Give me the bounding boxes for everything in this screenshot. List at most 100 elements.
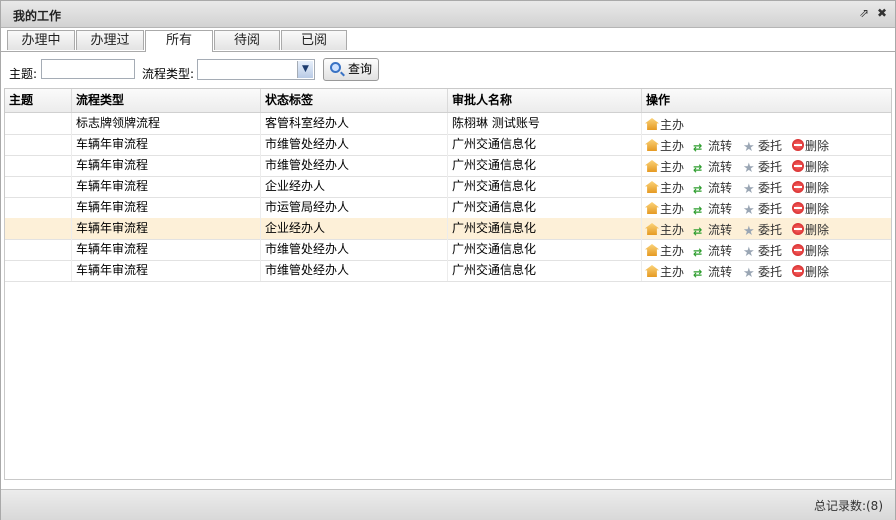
table-row[interactable]: 标志牌领牌流程 客管科室经办人 陈栩琳 测试账号 主办 [5,113,891,135]
action-host-link[interactable]: 主办 [645,221,684,239]
my-work-panel: 我的工作 ⇗ ✖ 办理中 办理过 所有 待阅 已阅 主题: 流程类型: ▼ 查询… [0,0,896,520]
cell-status: 客管科室经办人 [261,113,448,134]
action-label: 删除 [805,223,830,237]
col-subject[interactable]: 主题 [5,89,72,112]
cell-subject [5,155,72,176]
chevron-down-icon[interactable]: ▼ [297,61,313,78]
action-delegate-link[interactable]: ★ 委托 [743,221,782,239]
action-label: 流转 [708,202,733,216]
star-icon: ★ [743,266,755,281]
action-label: 删除 [805,160,830,174]
action-delete-link[interactable]: 删除 [792,137,829,155]
action-label: 删除 [805,244,830,258]
transfer-icon: ⇄ [693,162,703,175]
subject-input[interactable] [41,59,135,79]
search-bar: 主题: 流程类型: ▼ 查询 [1,54,895,86]
action-delete-link[interactable]: 删除 [792,179,829,197]
star-icon: ★ [743,182,755,197]
table-row[interactable]: 车辆年审流程 市维管处经办人 广州交通信息化 主办 ⇄ 流转 ★ 委托 删除 [5,239,891,261]
action-delete-link[interactable]: 删除 [792,242,829,260]
action-delete-link[interactable]: 删除 [792,200,829,218]
star-icon: ★ [743,245,755,260]
action-transfer-link[interactable]: ⇄ 流转 [693,179,732,197]
house-icon [645,160,659,172]
total-count: 总记录数:(8) [813,499,883,513]
close-icon[interactable]: ✖ [875,6,889,20]
flow-type-select[interactable]: ▼ [197,59,315,80]
cell-approver: 广州交通信息化 [448,134,642,155]
action-host-link[interactable]: 主办 [645,158,684,176]
action-delete-link[interactable]: 删除 [792,158,829,176]
cell-subject [5,239,72,260]
delete-icon [792,244,804,256]
table-row[interactable]: 车辆年审流程 市维管处经办人 广州交通信息化 主办 ⇄ 流转 ★ 委托 删除 [5,155,891,177]
action-host-link[interactable]: 主办 [645,179,684,197]
action-delegate-link[interactable]: ★ 委托 [743,158,782,176]
action-delegate-link[interactable]: ★ 委托 [743,263,782,281]
action-host-link[interactable]: 主办 [645,263,684,281]
action-host-link[interactable]: 主办 [645,242,684,260]
tab-handled[interactable]: 办理过 [76,30,144,50]
cell-status: 市运管局经办人 [261,197,448,218]
action-label: 流转 [708,223,733,237]
cell-flow-type: 车辆年审流程 [72,134,261,155]
house-icon [645,223,659,235]
action-label: 主办 [660,118,685,132]
tab-read[interactable]: 已阅 [281,30,347,50]
cell-subject [5,218,72,239]
action-delete-link[interactable]: 删除 [792,221,829,239]
action-delegate-link[interactable]: ★ 委托 [743,137,782,155]
table-row[interactable]: 车辆年审流程 市维管处经办人 广州交通信息化 主办 ⇄ 流转 ★ 委托 删除 [5,260,891,282]
house-icon [645,202,659,214]
action-label: 流转 [708,160,733,174]
transfer-icon: ⇄ [693,183,703,196]
cell-approver: 陈栩琳 测试账号 [448,113,642,134]
action-host-link[interactable]: 主办 [645,137,684,155]
tab-to-read[interactable]: 待阅 [214,30,280,50]
action-transfer-link[interactable]: ⇄ 流转 [693,242,732,260]
action-label: 委托 [758,223,783,237]
cell-subject [5,134,72,155]
action-transfer-link[interactable]: ⇄ 流转 [693,158,732,176]
action-delegate-link[interactable]: ★ 委托 [743,179,782,197]
action-label: 委托 [758,202,783,216]
popout-icon[interactable]: ⇗ [857,6,871,20]
star-icon: ★ [743,140,755,155]
action-label: 主办 [660,265,685,279]
table-row[interactable]: 车辆年审流程 企业经办人 广州交通信息化 主办 ⇄ 流转 ★ 委托 删除 [5,176,891,198]
flow-type-label: 流程类型: [142,67,195,81]
action-transfer-link[interactable]: ⇄ 流转 [693,200,732,218]
table-row[interactable]: 车辆年审流程 企业经办人 广州交通信息化 主办 ⇄ 流转 ★ 委托 删除 [5,218,891,240]
col-flow-type[interactable]: 流程类型 [72,89,261,112]
action-transfer-link[interactable]: ⇄ 流转 [693,263,732,281]
panel-title: 我的工作 [13,9,62,23]
col-approver[interactable]: 审批人名称 [448,89,642,112]
action-transfer-link[interactable]: ⇄ 流转 [693,221,732,239]
transfer-icon: ⇄ [693,246,703,259]
delete-icon [792,160,804,172]
action-label: 删除 [805,202,830,216]
action-label: 流转 [708,265,733,279]
query-button[interactable]: 查询 [323,58,379,81]
action-delete-link[interactable]: 删除 [792,263,829,281]
col-status[interactable]: 状态标签 [261,89,448,112]
house-icon [645,139,659,151]
action-label: 主办 [660,223,685,237]
cell-approver: 广州交通信息化 [448,197,642,218]
action-label: 主办 [660,181,685,195]
tab-all[interactable]: 所有 [145,30,213,52]
action-delegate-link[interactable]: ★ 委托 [743,242,782,260]
action-delegate-link[interactable]: ★ 委托 [743,200,782,218]
title-bar: 我的工作 ⇗ ✖ [1,1,895,28]
action-transfer-link[interactable]: ⇄ 流转 [693,137,732,155]
cell-approver: 广州交通信息化 [448,218,642,239]
cell-subject [5,260,72,281]
tab-in-progress[interactable]: 办理中 [7,30,75,50]
delete-icon [792,139,804,151]
action-label: 删除 [805,265,830,279]
action-host-link[interactable]: 主办 [645,200,684,218]
table-row[interactable]: 车辆年审流程 市维管处经办人 广州交通信息化 主办 ⇄ 流转 ★ 委托 删除 [5,134,891,156]
cell-status: 市维管处经办人 [261,155,448,176]
action-host-link[interactable]: 主办 [645,116,684,134]
table-row[interactable]: 车辆年审流程 市运管局经办人 广州交通信息化 主办 ⇄ 流转 ★ 委托 删除 [5,197,891,219]
